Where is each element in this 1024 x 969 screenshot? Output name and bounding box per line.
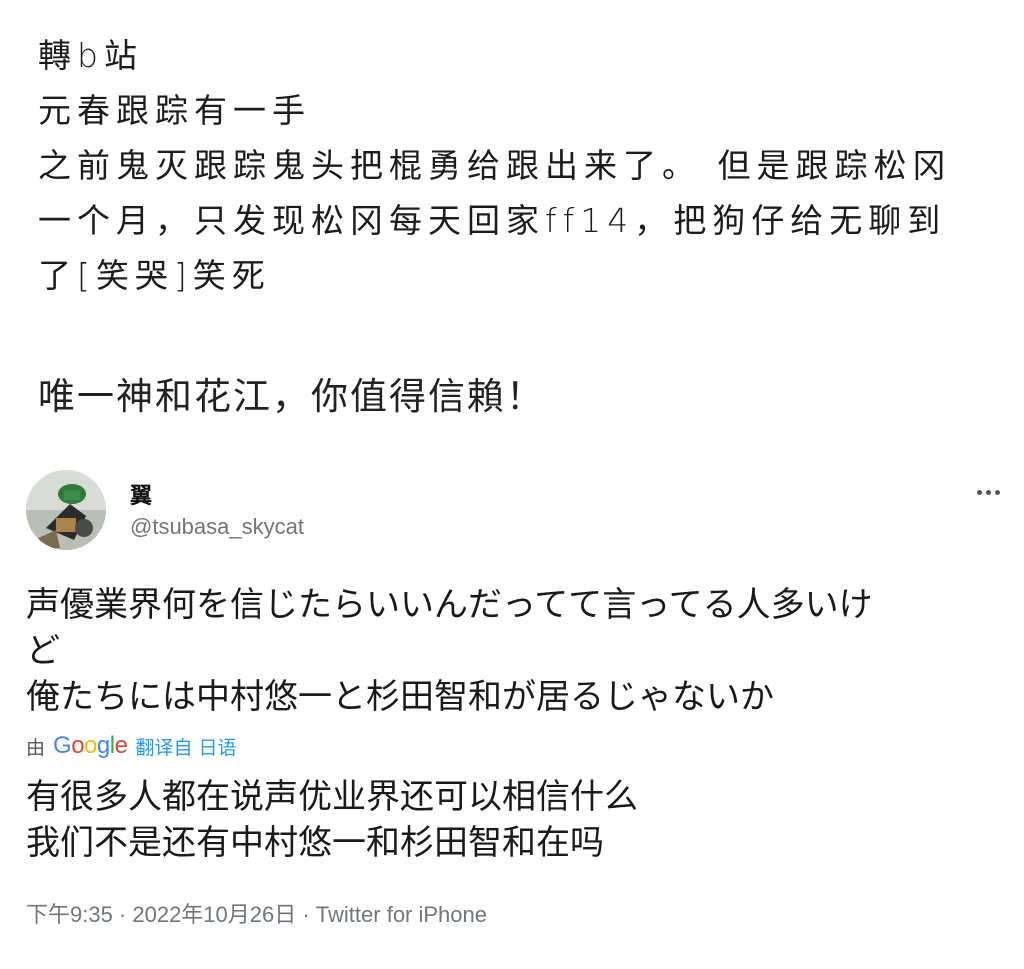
tweet-card: 翼 @tsubasa_skycat 声優業界何を信じたらいいんだってて言ってる人… (0, 460, 1024, 969)
more-horizontal-icon (976, 489, 982, 495)
translation-line: 我们不是还有中村悠一和杉田智和在吗 (26, 823, 604, 863)
translation-line: 有很多人都在说声优业界还可以相信什么 (26, 777, 638, 817)
note-line: 了[笑哭]笑死 (38, 256, 271, 295)
tweet-text: 声優業界何を信じたらいいんだってて言ってる人多いけ ど 俺たちには中村悠一と杉田… (26, 582, 996, 720)
more-horizontal-icon (985, 489, 991, 495)
translated-from-link[interactable]: 翻译自 日语 (135, 733, 236, 760)
tweet-text-line: ど (26, 631, 60, 671)
google-logo: Google (53, 732, 128, 759)
handwritten-note: 轉b站 元春跟踪有一手 之前鬼灭跟踪鬼头把棍勇给跟出来了。 但是跟踪松冈 一个月… (38, 28, 998, 303)
note-line: 元春跟踪有一手 (38, 91, 311, 130)
avatar-image (26, 470, 106, 550)
note-line: 之前鬼灭跟踪鬼头把棍勇给跟出来了。 但是跟踪松冈 (38, 146, 952, 185)
display-name[interactable]: 翼 (130, 478, 152, 510)
user-handle[interactable]: @tsubasa_skycat (130, 514, 304, 540)
avatar[interactable] (26, 470, 106, 550)
more-options-button[interactable] (968, 480, 1008, 504)
translated-text: 有很多人都在说声优业界还可以相信什么 我们不是还有中村悠一和杉田智和在吗 (26, 774, 996, 866)
tweet-text-line: 声優業界何を信じたらいいんだってて言ってる人多いけ (26, 585, 873, 625)
note-line: 一个月，只发现松冈每天回家ff14，把狗仔给无聊到 (38, 201, 947, 240)
more-horizontal-icon (994, 489, 1000, 495)
translate-prefix: 由 (26, 736, 46, 759)
translate-bar: 由 Google 翻译自 日语 (26, 732, 237, 760)
tweet-text-line: 俺たちには中村悠一と杉田智和が居るじゃないか (26, 677, 774, 717)
note-line: 轉b站 (38, 36, 143, 75)
headline: 唯一神和花江，你值得信賴！ (38, 375, 545, 418)
tweet-timestamp[interactable]: 下午9:35 · 2022年10月26日 · Twitter for iPhon… (26, 897, 487, 929)
